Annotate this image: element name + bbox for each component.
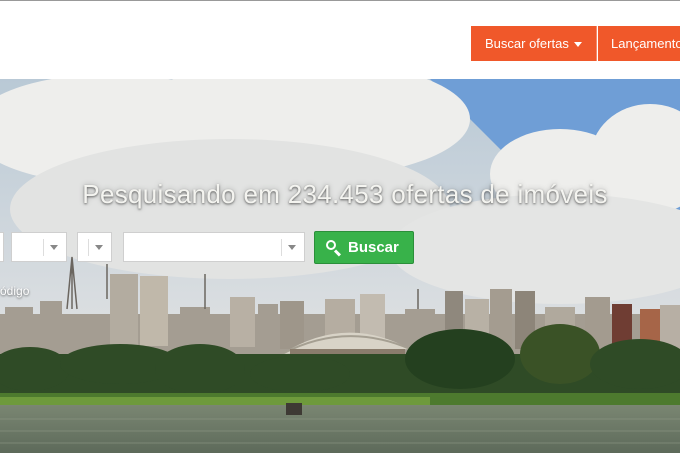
caret-down-icon [573,42,582,48]
nav-lancamentos[interactable]: Lançamento [598,26,680,61]
search-icon [326,240,336,250]
hero-banner: Pesquisando em 234.453 ofertas de imóvei… [0,79,680,453]
select-separator [43,239,44,256]
search-button-label: Buscar [348,239,399,256]
top-bar: Buscar ofertas Lançamento [0,0,680,79]
hero-background-image [0,79,680,453]
search-icon-handle [333,249,342,257]
nav-buscar-ofertas[interactable]: Buscar ofertas [471,26,597,61]
dropdown-arrow-icon [50,245,58,250]
dropdown-arrow-icon [95,245,103,250]
nav-buscar-ofertas-label: Buscar ofertas [485,36,569,51]
search-by-code-link[interactable]: ódigo [0,284,29,298]
dropdown-arrow-icon [288,245,296,250]
nav-lancamentos-label: Lançamento [611,36,680,51]
select-separator [281,239,282,256]
search-select-rooms[interactable] [77,232,112,262]
select-separator [88,239,89,256]
hero-headline: Pesquisando em 234.453 ofertas de imóvei… [82,179,608,209]
search-select-type[interactable] [11,232,67,262]
search-select-partial[interactable] [0,232,4,262]
search-select-location[interactable] [123,232,305,262]
search-button[interactable]: Buscar [314,231,414,264]
